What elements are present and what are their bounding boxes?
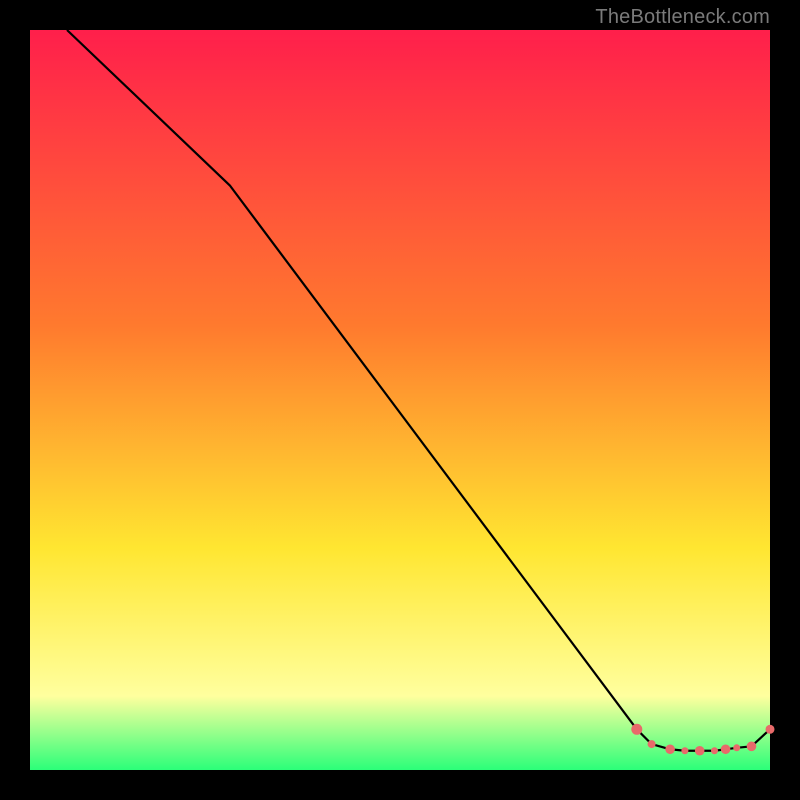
highlight-dot	[681, 747, 688, 754]
bottleneck-curve-line	[67, 30, 770, 751]
data-overlay	[30, 30, 770, 770]
highlight-dot	[631, 724, 642, 735]
highlight-dot	[721, 744, 731, 754]
highlight-dot	[733, 744, 740, 751]
chart-stage: TheBottleneck.com	[0, 0, 800, 800]
highlight-dot	[711, 747, 718, 754]
highlight-dots-group	[631, 724, 774, 756]
highlight-dot	[695, 746, 705, 756]
watermark-text: TheBottleneck.com	[595, 6, 770, 29]
highlight-dot	[747, 742, 757, 752]
highlight-dot	[665, 744, 675, 754]
highlight-dot	[766, 725, 775, 734]
highlight-dot	[648, 740, 656, 748]
